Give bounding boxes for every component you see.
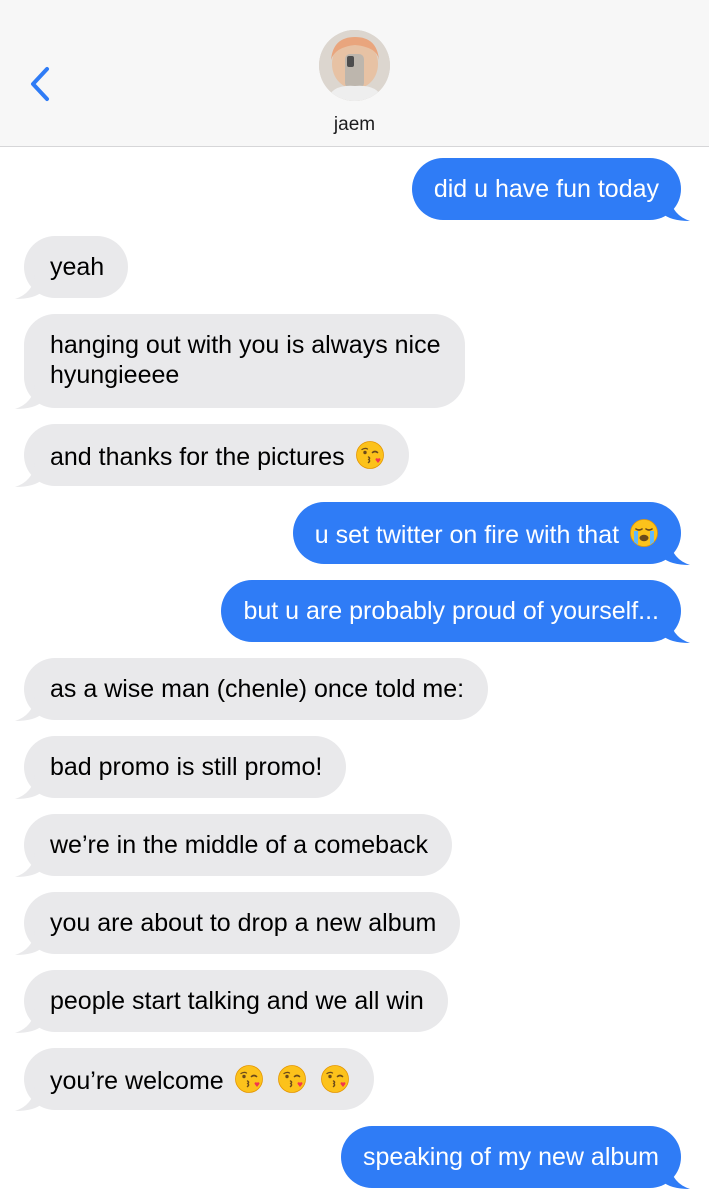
loudly-crying-emoji-icon <box>629 518 659 548</box>
message-text: you are about to drop a new album <box>50 909 437 937</box>
message-bubble-incoming[interactable]: hanging out with you is always nice hyun… <box>15 314 465 409</box>
kissing-heart-emoji-icon <box>355 440 385 470</box>
message-text: as a wise man (chenle) once told me: <box>50 675 465 703</box>
bubble-tail-icon <box>662 541 690 565</box>
message-bubble-incoming[interactable]: yeah <box>15 236 129 299</box>
message-text-line: hyungieeee <box>50 361 180 389</box>
message-bubble-outgoing[interactable]: did u have fun today <box>411 158 690 221</box>
message-text: u set twitter on fire with that <box>314 521 620 549</box>
message-text: did u have fun today <box>433 175 659 203</box>
message-bubble-incoming[interactable]: bad promo is still promo! <box>15 736 347 799</box>
message-bubble-outgoing[interactable]: u set twitter on fire with that <box>292 502 690 565</box>
message-text: bad promo is still promo! <box>50 753 323 781</box>
bubble-tail-icon <box>662 1165 690 1189</box>
message-text: we’re in the middle of a comeback <box>50 831 428 859</box>
message-bubble-incoming[interactable]: we’re in the middle of a comeback <box>15 814 452 877</box>
message-bubble-incoming[interactable]: people start talking and we all win <box>15 970 448 1033</box>
back-chevron-icon[interactable] <box>26 64 58 104</box>
message-text: and thanks for the pictures <box>50 443 345 471</box>
message-bubble-incoming[interactable]: you’re welcome <box>15 1048 374 1111</box>
bubble-tail-icon <box>15 385 43 409</box>
bubble-tail-icon <box>662 197 690 221</box>
message-text-line: hanging out with you is always nice <box>50 331 441 359</box>
bubble-tail-icon <box>15 853 43 877</box>
bubble-tail-icon <box>15 697 43 721</box>
message-text: but u are probably proud of yourself... <box>243 597 659 625</box>
bubble-tail-icon <box>662 619 690 643</box>
kissing-heart-emoji-icon <box>277 1064 307 1094</box>
message-bubble-incoming[interactable]: as a wise man (chenle) once told me: <box>15 658 489 721</box>
message-bubble-outgoing[interactable]: speaking of my new album <box>341 1126 690 1189</box>
avatar[interactable] <box>319 30 390 101</box>
bubble-tail-icon <box>15 275 43 299</box>
message-bubble-incoming[interactable]: and thanks for the pictures <box>15 424 409 487</box>
message-text: yeah <box>50 253 105 281</box>
message-text: you’re welcome <box>50 1067 224 1095</box>
conversation-header: jaem <box>0 0 709 147</box>
bubble-tail-icon <box>15 775 43 799</box>
bubble-tail-icon <box>15 1009 43 1033</box>
message-text: people start talking and we all win <box>50 987 424 1015</box>
message-text: speaking of my new album <box>363 1143 659 1171</box>
contact-name[interactable]: jaem <box>0 114 709 136</box>
message-bubble-outgoing[interactable]: but u are probably proud of yourself... <box>221 580 690 643</box>
kissing-heart-emoji-icon <box>234 1064 264 1094</box>
message-bubble-incoming[interactable]: you are about to drop a new album <box>15 892 461 955</box>
kissing-heart-emoji-icon <box>320 1064 350 1094</box>
bubble-tail-icon <box>15 931 43 955</box>
bubble-tail-icon <box>15 1087 43 1111</box>
avatar-photo <box>319 30 390 101</box>
bubble-tail-icon <box>15 463 43 487</box>
